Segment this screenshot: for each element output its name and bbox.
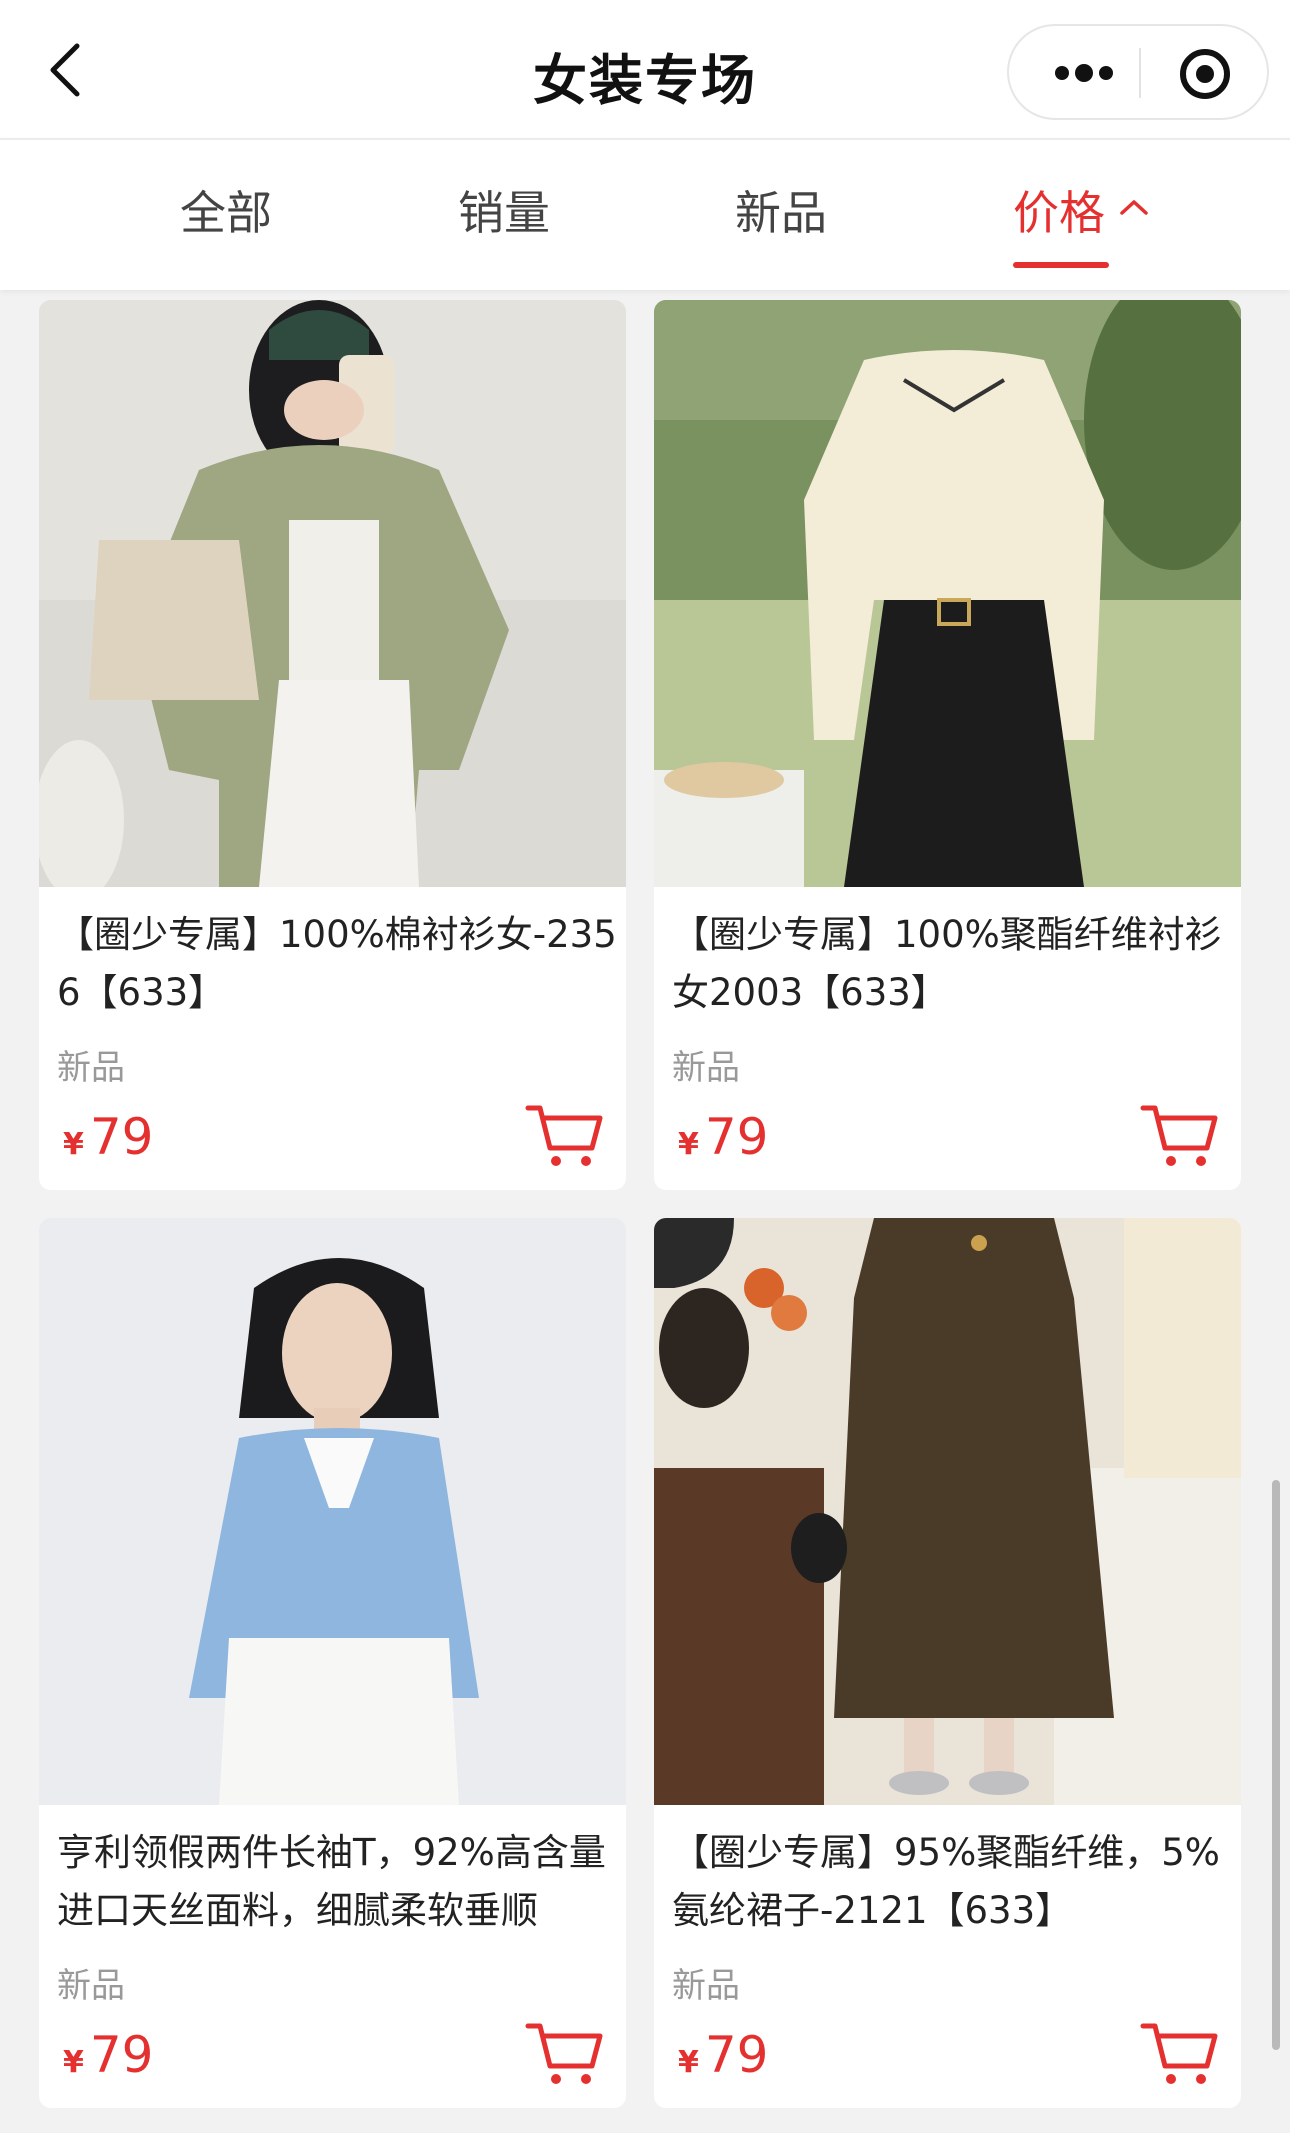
- scrollbar[interactable]: [1272, 1480, 1280, 2050]
- product-price: ¥ 79: [63, 1108, 154, 1166]
- product-image[interactable]: [654, 300, 1241, 887]
- sort-tabs: 全部 销量 新品 价格: [0, 138, 1290, 290]
- price-value: 79: [89, 1108, 154, 1166]
- add-to-cart-button[interactable]: [1139, 1100, 1219, 1170]
- product-price: ¥ 79: [678, 1108, 769, 1166]
- currency-symbol: ¥: [678, 1127, 699, 1162]
- product-card[interactable]: 亨利领假两件长袖T，92%高含量进口天丝面料，细腻柔软垂顺 新品 ¥ 79: [39, 1218, 626, 2108]
- product-tag: 新品: [672, 1966, 740, 2006]
- product-card[interactable]: 【圈少专属】100%聚酯纤维衬衫女2003【633】 新品 ¥ 79: [654, 300, 1241, 1190]
- product-price: ¥ 79: [63, 2026, 154, 2084]
- currency-symbol: ¥: [63, 2045, 84, 2080]
- close-button[interactable]: [1177, 46, 1233, 102]
- currency-symbol: ¥: [63, 1127, 84, 1162]
- more-dots-icon: [1055, 64, 1113, 82]
- cart-icon: [1140, 1105, 1218, 1166]
- tab-label: 全部: [180, 186, 272, 240]
- tab-price[interactable]: 价格: [1013, 180, 1149, 240]
- active-tab-indicator: [1013, 262, 1109, 268]
- currency-symbol: ¥: [678, 2045, 699, 2080]
- add-to-cart-button[interactable]: [1139, 2018, 1219, 2088]
- close-target-icon: [1180, 49, 1230, 99]
- product-image[interactable]: [39, 1218, 626, 1805]
- tab-label: 价格: [1013, 186, 1105, 240]
- product-tag: 新品: [57, 1048, 125, 1088]
- caret-up-icon: [1120, 200, 1148, 215]
- product-card[interactable]: 【圈少专属】100%棉衬衫女-2356【633】 新品 ¥ 79: [39, 300, 626, 1190]
- tab-label: 销量: [458, 186, 550, 240]
- product-card[interactable]: 【圈少专属】95%聚酯纤维，5%氨纶裙子-2121【633】 新品 ¥ 79: [654, 1218, 1241, 2108]
- more-button[interactable]: [1039, 48, 1129, 98]
- product-image[interactable]: [654, 1218, 1241, 1805]
- cart-icon: [525, 2023, 603, 2084]
- tab-all[interactable]: 全部: [180, 180, 272, 240]
- add-to-cart-button[interactable]: [524, 2018, 604, 2088]
- nav-bar: 女装专场: [0, 0, 1290, 140]
- price-value: 79: [704, 2026, 769, 2084]
- product-name[interactable]: 【圈少专属】95%聚酯纤维，5%氨纶裙子-2121【633】: [672, 1824, 1232, 1940]
- capsule-divider: [1139, 48, 1141, 98]
- price-value: 79: [704, 1108, 769, 1166]
- cart-icon: [525, 1105, 603, 1166]
- price-value: 79: [89, 2026, 154, 2084]
- product-image[interactable]: [39, 300, 626, 887]
- add-to-cart-button[interactable]: [524, 1100, 604, 1170]
- product-price: ¥ 79: [678, 2026, 769, 2084]
- tab-label: 新品: [735, 186, 827, 240]
- tab-new[interactable]: 新品: [735, 180, 827, 240]
- cart-icon: [1140, 2023, 1218, 2084]
- mini-program-capsule: [1007, 24, 1269, 120]
- product-tag: 新品: [672, 1048, 740, 1088]
- product-tag: 新品: [57, 1966, 125, 2006]
- product-name[interactable]: 亨利领假两件长袖T，92%高含量进口天丝面料，细腻柔软垂顺: [57, 1824, 617, 1940]
- tab-sales[interactable]: 销量: [458, 180, 550, 240]
- product-name[interactable]: 【圈少专属】100%棉衬衫女-2356【633】: [57, 906, 617, 1022]
- product-name[interactable]: 【圈少专属】100%聚酯纤维衬衫女2003【633】: [672, 906, 1232, 1022]
